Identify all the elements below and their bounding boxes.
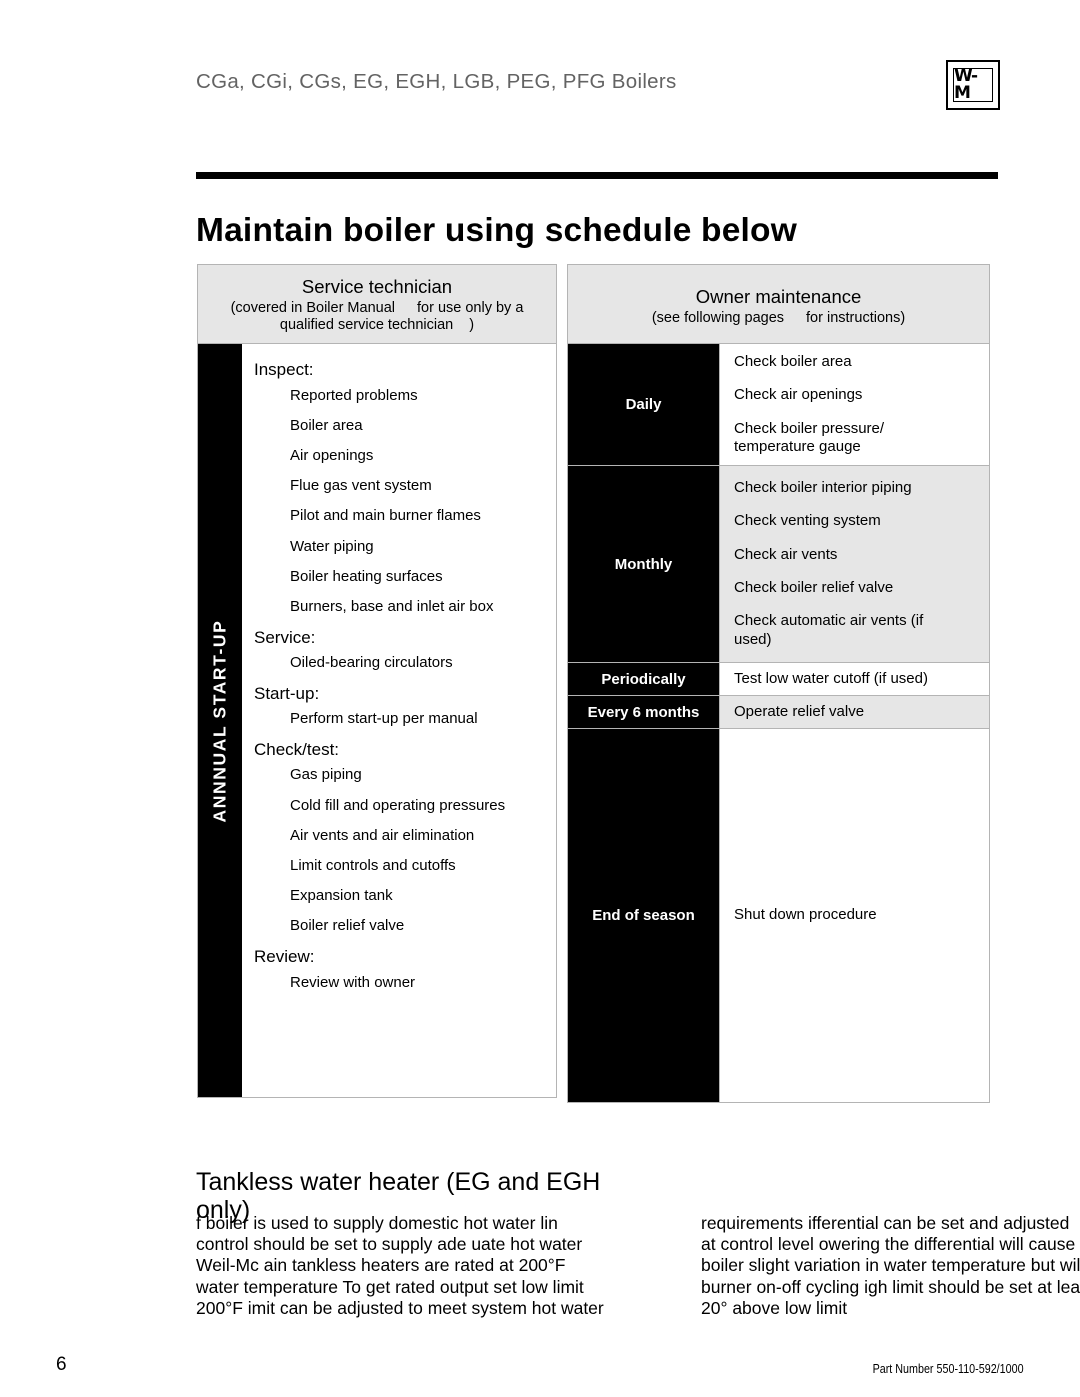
tankless-heading-line-1: Tankless water heater (EG and EGH bbox=[196, 1168, 601, 1196]
owner-subtitle-part-1: (see following pages bbox=[651, 309, 785, 326]
owner-maintenance-panel: Owner maintenance (see following pages fo… bbox=[567, 264, 990, 1103]
owner-frequency-label: Every 6 months bbox=[568, 696, 720, 728]
tankless-body-left-column: f boiler is used to supply domestic hot … bbox=[196, 1213, 558, 1233]
owner-frequency-label: Monthly bbox=[568, 466, 720, 662]
service-technician-subtitle: (covered in Boiler Manual for use only by… bbox=[206, 300, 548, 335]
page-title: Maintain boiler using schedule below bbox=[196, 212, 797, 250]
owner-task-item: Operate relief valve bbox=[734, 702, 865, 720]
weil-mclain-logo: W-M bbox=[946, 60, 1000, 110]
service-task-list: Inspect: Reported problems Boiler area Air … bbox=[242, 344, 556, 1097]
owner-task-item: Check boiler interior piping bbox=[734, 479, 912, 497]
owner-task-item: Check boiler area bbox=[734, 352, 852, 370]
service-group-label: Service: bbox=[254, 627, 316, 647]
owner-task-item: Check boiler pressure/ temperature gauge bbox=[734, 419, 885, 455]
tankless-body-left-column: control should be set to supply ade uate… bbox=[196, 1234, 583, 1255]
tankless-body-line: control should be set to supply ade uate… bbox=[196, 1234, 1080, 1255]
service-task-item: Water piping bbox=[290, 537, 374, 555]
service-task-item: Flue gas vent system bbox=[290, 477, 432, 495]
service-group-label: Inspect: bbox=[254, 360, 314, 379]
owner-maintenance-row: Every 6 months Operate relief valve bbox=[568, 696, 989, 729]
owner-task-cell: Shut down procedure bbox=[720, 729, 989, 1102]
tankless-body-line: f boiler is used to supply domestic hot … bbox=[196, 1213, 1069, 1234]
tankless-body-line: water temperature To get rated output se… bbox=[196, 1276, 1080, 1298]
service-subtitle-part-2: for use only by a bbox=[417, 299, 524, 316]
service-task-item: Gas piping bbox=[290, 766, 362, 784]
service-task-item: Boiler area bbox=[290, 416, 363, 434]
owner-maintenance-subtitle: (see following pages for instructions) bbox=[576, 310, 981, 328]
footer-part-number: Part Number 550-110-592/1000 bbox=[873, 1362, 1024, 1376]
service-technician-body: ANNNUAL START-UP Inspect: Reported proble… bbox=[197, 344, 557, 1098]
owner-task-item: Shut down procedure bbox=[734, 906, 877, 924]
service-subtitle-part-3: qualified service technician bbox=[279, 317, 454, 334]
tankless-body-right-column: requirements ifferential can be set and … bbox=[701, 1213, 1070, 1233]
tankless-body-right-column: burner on-off cycling igh limit should b… bbox=[701, 1276, 1080, 1297]
service-technician-header: Service technician (covered in Boiler Ma… bbox=[197, 264, 557, 344]
owner-task-cell: Check boiler interior piping Check ventin… bbox=[720, 466, 989, 662]
tankless-body-line: Weil-Mc ain tankless heaters are rated a… bbox=[196, 1255, 1080, 1276]
owner-task-cell: Check boiler area Check air openings Check… bbox=[720, 344, 989, 465]
tankless-body-left-column: Weil-Mc ain tankless heaters are rated a… bbox=[196, 1255, 566, 1276]
owner-maintenance-table: Daily Check boiler area Check air openings… bbox=[567, 344, 990, 1103]
service-task-item: Reported problems bbox=[290, 386, 418, 404]
tankless-section-body: f boiler is used to supply domestic hot … bbox=[196, 1213, 1080, 1319]
owner-task-item: Check automatic air vents (if used) bbox=[734, 612, 924, 648]
tankless-body-left-column: 200°F imit can be adjusted to meet syste… bbox=[196, 1297, 604, 1318]
page-header: CGa, CGi, CGs, EG, EGH, LGB, PEG, PFG Bo… bbox=[196, 60, 1000, 120]
service-task-item: Burners, base and inlet air box bbox=[290, 597, 494, 615]
title-divider-rule bbox=[196, 172, 998, 179]
tankless-body-right-column: 20° above low limit bbox=[701, 1297, 848, 1318]
service-group-label: Check/test: bbox=[254, 739, 340, 759]
tankless-body-right-column: boiler slight variation in water tempera… bbox=[701, 1255, 1080, 1276]
owner-task-item: Check air openings bbox=[734, 386, 863, 404]
owner-subtitle-part-2: for instructions) bbox=[806, 309, 906, 326]
service-task-item: Boiler relief valve bbox=[290, 917, 405, 935]
owner-task-item: Check venting system bbox=[734, 512, 881, 530]
owner-task-item: Check air vents bbox=[734, 545, 838, 563]
owner-maintenance-title: Owner maintenance bbox=[695, 286, 862, 307]
tankless-body-left-column: water temperature To get rated output se… bbox=[196, 1276, 584, 1297]
service-task-item: Boiler heating surfaces bbox=[290, 567, 443, 585]
service-subtitle-part-4: ) bbox=[469, 317, 475, 334]
header-model-line: CGa, CGi, CGs, EG, EGH, LGB, PEG, PFG Bo… bbox=[196, 70, 677, 93]
service-group-label: Start-up: bbox=[254, 683, 320, 703]
footer-page-number: 6 bbox=[56, 1354, 67, 1375]
owner-task-item: Test low water cutoff (if used) bbox=[734, 669, 928, 687]
owner-task-cell: Test low water cutoff (if used) bbox=[720, 663, 989, 695]
owner-maintenance-row: End of season Shut down procedure bbox=[568, 729, 989, 1102]
owner-task-item: Check boiler relief valve bbox=[734, 579, 894, 596]
annual-startup-label: ANNNUAL START-UP bbox=[209, 619, 230, 822]
service-task-item: Air openings bbox=[290, 446, 374, 464]
service-task-item: Review with owner bbox=[290, 973, 416, 991]
service-task-item: Pilot and main burner flames bbox=[290, 507, 481, 525]
weil-mclain-logo-mark: W-M bbox=[953, 68, 993, 102]
owner-frequency-label: Periodically bbox=[568, 663, 720, 695]
owner-task-cell: Operate relief valve bbox=[720, 696, 989, 728]
service-task-item: Expansion tank bbox=[290, 887, 393, 905]
tankless-body-line: 200°F imit can be adjusted to meet syste… bbox=[196, 1298, 1002, 1319]
owner-maintenance-row: Periodically Test low water cutoff (if us… bbox=[568, 663, 989, 696]
service-task-item: Limit controls and cutoffs bbox=[290, 857, 456, 875]
service-task-item: Perform start-up per manual bbox=[290, 710, 478, 728]
service-task-item: Oiled-bearing circulators bbox=[290, 654, 453, 672]
owner-frequency-label: End of season bbox=[568, 729, 720, 1102]
owner-maintenance-header: Owner maintenance (see following pages fo… bbox=[567, 264, 990, 344]
service-task-item: Cold fill and operating pressures bbox=[290, 796, 506, 814]
service-group-label: Review: bbox=[254, 947, 315, 966]
tankless-body-right-column: at control level owering the differentia… bbox=[701, 1234, 1080, 1255]
service-technician-title: Service technician bbox=[301, 276, 453, 297]
owner-maintenance-row: Monthly Check boiler interior piping Check… bbox=[568, 466, 989, 663]
annual-startup-rail: ANNNUAL START-UP bbox=[198, 344, 242, 1097]
service-subtitle-part-1: (covered in Boiler Manual bbox=[230, 299, 395, 316]
service-technician-panel: Service technician (covered in Boiler Ma… bbox=[197, 264, 557, 1098]
owner-frequency-label: Daily bbox=[568, 344, 720, 465]
service-task-item: Air vents and air elimination bbox=[290, 826, 475, 844]
owner-maintenance-row: Daily Check boiler area Check air openings… bbox=[568, 344, 989, 466]
